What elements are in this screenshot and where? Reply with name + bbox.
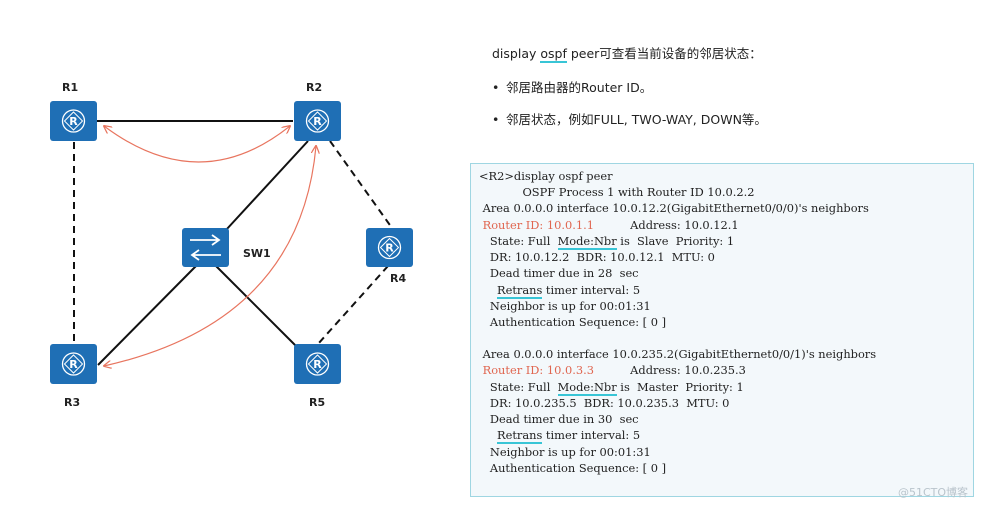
network-topology-diagram: R R1 R R2 SW1 R R4 R R3 R R5 (50, 81, 413, 409)
mode-highlight: Mode:Nbr (557, 380, 617, 396)
switch-sw1[interactable] (182, 228, 229, 267)
bullet-dot-icon: • (492, 80, 500, 95)
svg-text:R: R (385, 242, 394, 255)
console-address: Address: 10.0.12.1 (593, 218, 739, 232)
console-line: DR: 10.0.12.2 BDR: 10.0.12.1 MTU: 0 (479, 250, 715, 264)
console-line: State: Full Mode:Nbr is Slave Priority: … (479, 234, 735, 250)
svg-text:R: R (313, 115, 322, 128)
link-r4-r5 (317, 265, 389, 345)
link-r2-r4 (329, 140, 393, 229)
intro-prefix: display (492, 46, 541, 61)
console-state: State: Full (479, 234, 558, 248)
console-line: Retrans timer interval: 5 (479, 428, 641, 444)
svg-text:R: R (69, 115, 78, 128)
console-line: Router ID: 10.0.1.1 Address: 10.0.12.1 (479, 218, 739, 233)
intro-ospf-highlight: ospf (540, 46, 567, 63)
link-sw1-r5 (215, 265, 301, 351)
router-r4[interactable]: R (366, 228, 413, 267)
console-state: State: Full (479, 380, 558, 394)
router-r2[interactable]: R (294, 101, 341, 141)
console-address: Address: 10.0.235.3 (593, 363, 746, 377)
label-r4: R4 (390, 272, 406, 285)
intro-suffix: peer可查看当前设备的邻居状态： (566, 46, 762, 61)
retrans-highlight: Retrans (497, 428, 543, 444)
link-r2-sw1 (225, 140, 309, 231)
console-priority: is Master Priority: 1 (616, 380, 744, 394)
router-id-highlight: Router ID: 10.0.3.3 (479, 363, 594, 377)
watermark: @51CTO博客 (898, 486, 969, 499)
router-r3[interactable]: R (50, 344, 97, 384)
console-line: Area 0.0.0.0 interface 10.0.235.2(Gigabi… (479, 347, 877, 361)
console-line: DR: 10.0.235.5 BDR: 10.0.235.3 MTU: 0 (479, 396, 730, 410)
router-r1[interactable]: R (50, 101, 97, 141)
console-line: Router ID: 10.0.3.3 Address: 10.0.235.3 (479, 363, 746, 378)
intro-text: display ospf peer可查看当前设备的邻居状态： (492, 46, 762, 63)
console-line: Dead timer due in 28 sec (479, 266, 639, 280)
label-r2: R2 (306, 81, 322, 94)
console-line: Retrans timer interval: 5 (479, 283, 641, 299)
label-r1: R1 (62, 81, 78, 94)
label-r5: R5 (309, 396, 325, 409)
neighbor-arrow-r1-r2 (104, 126, 290, 163)
bullet-router-id-text: 邻居路由器的Router ID。 (506, 80, 653, 95)
bullet-neighbor-state-text: 邻居状态，例如FULL, TWO-WAY, DOWN等。 (506, 112, 767, 127)
console-line: Dead timer due in 30 sec (479, 412, 639, 426)
console-output-panel: <R2>display ospf peer OSPF Process 1 wit… (470, 163, 974, 497)
console-retrans-interval: timer interval: 5 (542, 283, 641, 297)
bullet-neighbor-state: • 邻居状态，例如FULL, TWO-WAY, DOWN等。 (492, 112, 767, 128)
retrans-highlight: Retrans (497, 283, 543, 299)
console-line: Area 0.0.0.0 interface 10.0.12.2(Gigabit… (479, 201, 869, 215)
mode-highlight: Mode:Nbr (557, 234, 617, 250)
bullet-router-id: • 邻居路由器的Router ID。 (492, 80, 652, 96)
console-priority: is Slave Priority: 1 (616, 234, 735, 248)
console-line: Authentication Sequence: [ 0 ] (479, 461, 667, 475)
console-line: OSPF Process 1 with Router ID 10.0.2.2 (479, 185, 755, 199)
console-line: State: Full Mode:Nbr is Master Priority:… (479, 380, 744, 396)
svg-text:R: R (313, 358, 322, 371)
svg-text:R: R (69, 358, 78, 371)
console-retrans-interval: timer interval: 5 (542, 428, 641, 442)
console-line: <R2>display ospf peer (479, 169, 613, 183)
router-id-highlight: Router ID: 10.0.1.1 (479, 218, 594, 232)
console-line: Neighbor is up for 00:01:31 (479, 299, 651, 313)
console-line: Neighbor is up for 00:01:31 (479, 445, 651, 459)
label-sw1: SW1 (243, 247, 271, 260)
console-line: Authentication Sequence: [ 0 ] (479, 315, 667, 329)
label-r3: R3 (64, 396, 80, 409)
router-r5[interactable]: R (294, 344, 341, 384)
link-sw1-r3 (97, 265, 197, 366)
bullet-dot-icon: • (492, 112, 500, 127)
